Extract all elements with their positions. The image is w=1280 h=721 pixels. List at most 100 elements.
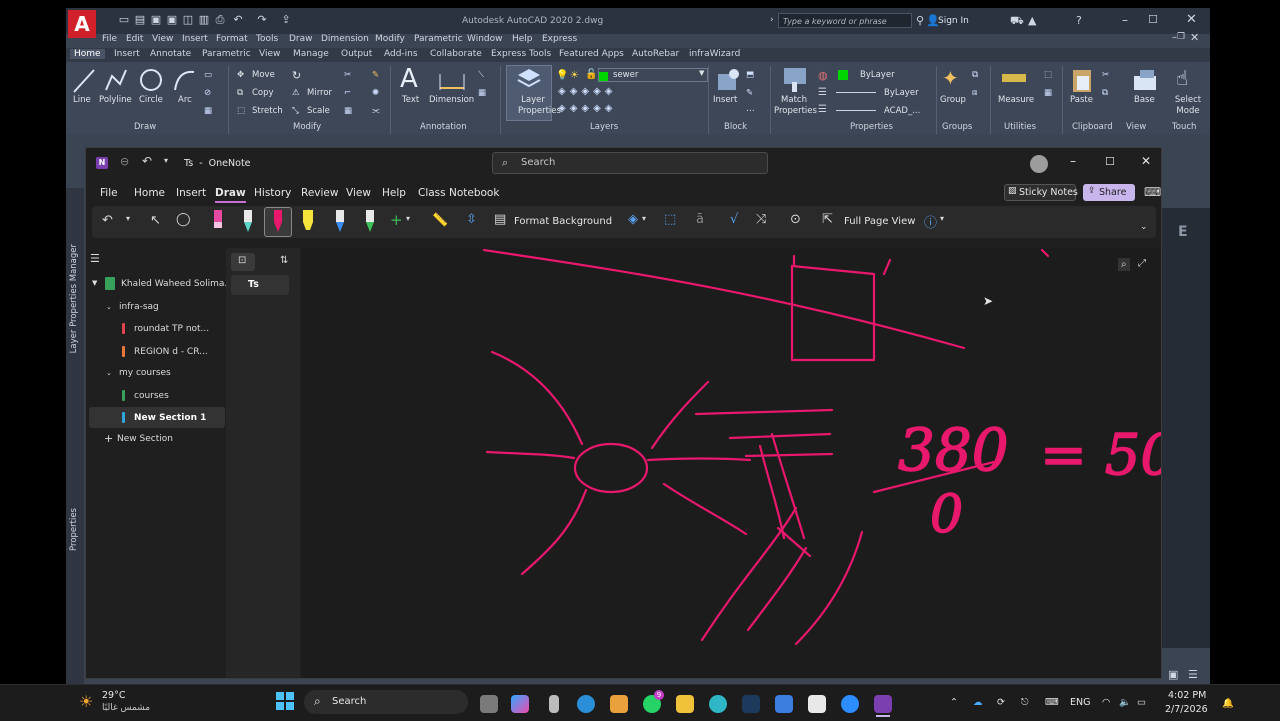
acad-menu-view[interactable]: View [152, 34, 173, 44]
tab-home[interactable]: Home [134, 187, 165, 199]
chevron-down-icon[interactable]: ▾ [126, 214, 130, 223]
color-wheel-icon[interactable]: ◍ [818, 69, 828, 82]
tab-insert[interactable]: Insert [176, 187, 206, 199]
section-group-my-courses[interactable]: my courses [119, 368, 171, 378]
minimize-icon[interactable]: – [1070, 154, 1076, 168]
circle-icon[interactable] [138, 66, 164, 94]
color-value[interactable]: ByLayer [860, 70, 895, 80]
annotation-panel-label[interactable]: Annotation [420, 122, 467, 132]
quick-select-icon[interactable]: ⬚ [1044, 70, 1052, 80]
section-courses[interactable]: courses [134, 391, 169, 401]
signin-button[interactable]: Sign In [938, 16, 969, 26]
measure-button[interactable]: Measure [998, 95, 1034, 105]
ink-replay-icon[interactable]: ⊙ [790, 212, 801, 227]
tab-class-notebook[interactable]: Class Notebook [418, 187, 499, 199]
ink-to-text-icon[interactable]: ā [696, 212, 704, 227]
hatch-icon[interactable]: ⊘ [204, 88, 211, 98]
full-page-view-icon[interactable]: ⇱ [822, 212, 833, 227]
full-page-view-button[interactable]: Full Page View [844, 216, 915, 227]
plot-icon[interactable]: ▥ [198, 14, 210, 26]
avatar[interactable] [1030, 155, 1048, 173]
file-explorer-icon[interactable] [676, 695, 694, 713]
weather-temp[interactable]: 29°C [102, 690, 125, 701]
undo-icon[interactable]: ↶ [232, 14, 244, 26]
binoculars-icon[interactable]: ⚲ [916, 14, 924, 27]
ribbon-tab-output[interactable]: Output [341, 49, 372, 59]
back-icon[interactable]: ⊖ [120, 155, 129, 168]
chevron-down-icon[interactable]: ▼ [699, 69, 704, 77]
select-mode-button[interactable]: Select Mode [1172, 95, 1204, 117]
acad-menu-express[interactable]: Express [542, 34, 577, 44]
ink-to-shape-icon[interactable]: ⬚ [664, 212, 676, 227]
chevron-down-icon[interactable]: ▼ [92, 279, 97, 287]
onedrive-icon[interactable]: ☁ [973, 697, 983, 708]
acad-maximize-icon[interactable]: ☐ [1148, 13, 1158, 26]
acad-menu-edit[interactable]: Edit [126, 34, 143, 44]
modify-panel-label[interactable]: Modify [293, 122, 321, 132]
acad-minimize-icon[interactable]: – [1122, 13, 1128, 27]
layer-properties-icon[interactable] [516, 67, 542, 89]
text-icon[interactable]: A [400, 64, 418, 94]
pen-pink-icon[interactable] [210, 208, 226, 234]
format-background-button[interactable]: Format Background [514, 216, 612, 227]
mirror-button[interactable]: Mirror [307, 88, 332, 98]
language-indicator[interactable]: ENG [1070, 697, 1090, 708]
onenote-task-icon[interactable] [874, 695, 892, 713]
acad-menu-modify[interactable]: Modify [375, 34, 405, 44]
autocad-logo[interactable]: A [68, 10, 96, 38]
saveas-icon[interactable]: ▣ [166, 14, 178, 26]
edit-block-icon[interactable]: ✎ [746, 88, 753, 98]
layer-tools-2-icon[interactable]: ◈◈◈◈◈ [558, 103, 616, 114]
ink-drawing[interactable]: 380 0 = 50 [302, 248, 1161, 679]
acad-close-icon[interactable]: ✕ [1186, 12, 1197, 27]
sync-icon[interactable]: ⟳ [997, 697, 1005, 708]
viewcube-icon[interactable]: E [1178, 224, 1188, 240]
measure-icon[interactable] [1002, 74, 1026, 82]
tab-file[interactable]: File [100, 187, 118, 199]
fillet-icon[interactable]: ⌐ [344, 88, 351, 98]
view-panel-label[interactable]: View [1126, 122, 1146, 132]
chevron-down-icon[interactable]: ▾ [406, 214, 410, 223]
ribbon-tab-autorebar[interactable]: AutoRebar [632, 49, 679, 59]
menu-icon[interactable]: ☰ [90, 252, 100, 265]
tab-help[interactable]: Help [382, 187, 406, 199]
wifi-icon[interactable]: ◠ [1102, 697, 1110, 708]
layer-tools-icon[interactable]: ◈◈◈◈◈ [558, 86, 616, 97]
explode-icon[interactable]: ✺ [372, 88, 379, 98]
highlighter-yellow-icon[interactable] [300, 208, 316, 234]
edge-icon[interactable] [577, 695, 595, 713]
stretch-button[interactable]: Stretch [252, 106, 283, 116]
pen-teal-icon[interactable] [240, 208, 256, 234]
copy-clip-icon[interactable]: ⧉ [1102, 88, 1108, 98]
doc-close-icon[interactable]: ✕ [1190, 31, 1199, 44]
usb-icon[interactable] [549, 695, 559, 713]
collapse-ribbon-icon[interactable]: ⌄ [1140, 222, 1148, 232]
dimension-icon[interactable] [438, 68, 466, 92]
ribbon-tab-parametric[interactable]: Parametric [202, 49, 251, 59]
layer-properties-button[interactable]: Layer Properties [518, 95, 561, 117]
utilities-panel-label[interactable]: Utilities [1004, 122, 1036, 132]
lineweight-icon[interactable]: ☰ [818, 104, 827, 115]
pen-magenta-icon[interactable] [270, 208, 286, 234]
arc-button[interactable]: Arc [178, 95, 192, 105]
acad-search-input[interactable]: Type a keyword or phrase [778, 13, 912, 28]
clock-date[interactable]: 2/7/2026 [1165, 704, 1208, 715]
insert-space-icon[interactable]: ⇳ [466, 212, 477, 227]
match-properties-icon[interactable] [782, 66, 808, 94]
table-icon[interactable]: ▦ [478, 88, 486, 98]
ruler-icon[interactable]: 📏 [432, 213, 448, 228]
group-edit-icon[interactable]: ⧈ [972, 88, 977, 98]
properties-panel-label[interactable]: Properties [850, 122, 893, 132]
paste-button[interactable]: Paste [1070, 95, 1093, 105]
web-icon[interactable]: ◫ [182, 14, 194, 26]
ribbon-tab-insert[interactable]: Insert [114, 49, 140, 59]
undo-icon[interactable]: ↶ [142, 154, 152, 168]
acad-menu-tools[interactable]: Tools [256, 34, 278, 44]
keyboard-icon[interactable]: ⌨ [1045, 697, 1059, 708]
ribbon-tab-addins[interactable]: Add-ins [384, 49, 418, 59]
block-panel-label[interactable]: Block [724, 122, 747, 132]
group-icon[interactable]: ✦ [942, 66, 959, 90]
rotate-icon[interactable]: ↻ [292, 69, 301, 82]
page-ts[interactable]: Ts [248, 279, 259, 290]
ungroup-icon[interactable]: ⧉ [972, 70, 978, 80]
